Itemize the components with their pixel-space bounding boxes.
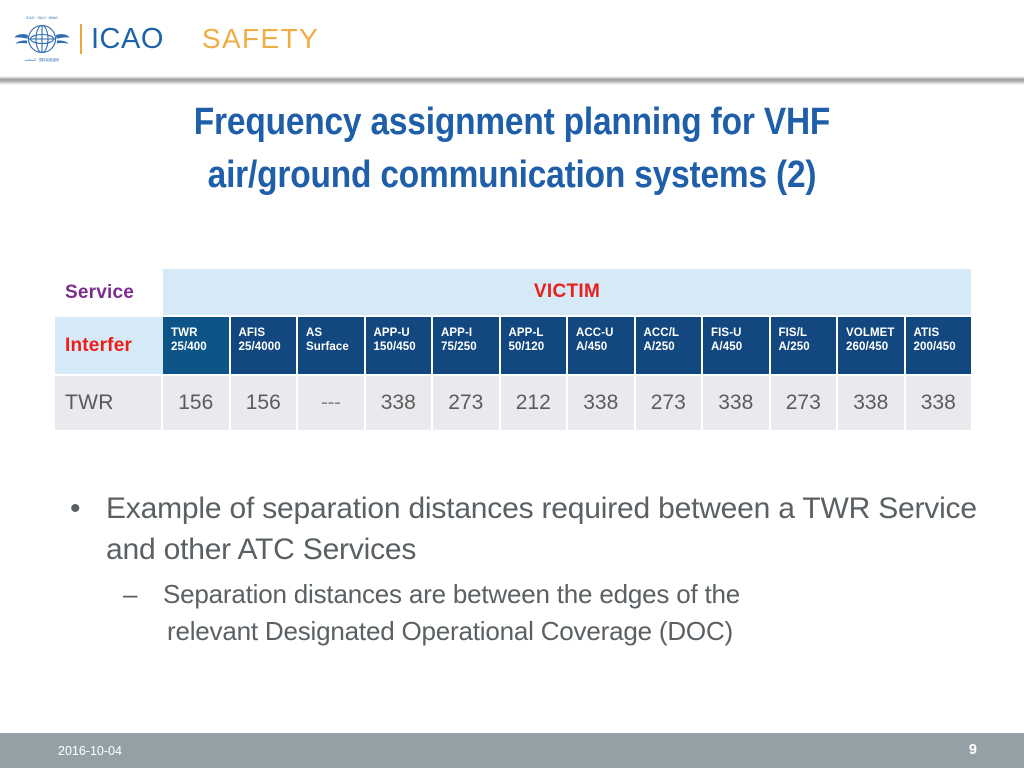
footer-date: 2016-10-04 <box>58 744 122 758</box>
interferer-axis-label: Interfer <box>55 317 163 374</box>
column-header-range: 200/450 <box>913 341 956 353</box>
cell-twr-volmet: 338 <box>838 376 906 430</box>
table-row: TWR 156 156 --- 338 273 212 338 273 338 … <box>55 376 971 430</box>
brand-divider <box>80 24 82 54</box>
column-header-name: AS <box>306 327 323 339</box>
page-title: Frequency assignment planning for VHF ai… <box>116 96 908 202</box>
column-header-afis: AFIS 25/4000 <box>230 317 298 374</box>
cell-twr-acc-l: 273 <box>635 376 703 430</box>
column-header-volmet: VOLMET 260/450 <box>838 317 906 374</box>
column-header-name: ATIS <box>913 327 940 339</box>
bullet-level-2-text-line-1: Separation distances are between the edg… <box>163 579 741 609</box>
column-header-range: A/250 <box>643 341 675 353</box>
column-header-range: 260/450 <box>846 341 889 353</box>
column-header-fis-l: FIS/L A/250 <box>770 317 838 374</box>
column-header-atis: ATIS 200/450 <box>905 317 971 374</box>
bullet-level-1: • Example of separation distances requir… <box>60 488 1000 570</box>
cell-twr-atis: 338 <box>905 376 971 430</box>
matrix-header-row: Interfer TWR 25/400 AFIS 25/4000 AS Surf… <box>55 317 971 374</box>
brand-name: ICAO <box>91 22 164 55</box>
column-header-name: ACC-U <box>576 327 614 339</box>
body-content: • Example of separation distances requir… <box>60 488 1000 650</box>
brand-safety-wordmark: SAFETY <box>201 23 320 54</box>
row-header-twr: TWR <box>55 376 163 430</box>
column-header-range: A/450 <box>576 341 608 353</box>
column-header-name: FIS/L <box>778 327 808 339</box>
service-label-text: Service <box>65 282 135 303</box>
cell-twr-acc-u: 338 <box>568 376 636 430</box>
column-header-name: FIS-U <box>711 327 742 339</box>
column-header-fis-u: FIS-U A/450 <box>703 317 771 374</box>
victim-banner: VICTIM <box>163 269 971 317</box>
column-header-range: A/450 <box>711 341 743 353</box>
column-header-name: APP-U <box>373 327 410 339</box>
column-header-range: Surface <box>306 341 349 353</box>
footer-page-number: 9 <box>968 742 977 758</box>
row-header-text: TWR <box>65 391 114 414</box>
column-header-range: A/250 <box>778 341 810 353</box>
cell-twr-afis: 156 <box>230 376 298 430</box>
bullet-level-2-text-line-2: relevant Designated Operational Coverage… <box>167 616 733 646</box>
bullet-level-2: – Separation distances are between the e… <box>60 576 1000 650</box>
svg-text:ICAO · OACI · ИКАО: ICAO · OACI · ИКАО <box>26 16 58 20</box>
cell-twr-app-l: 212 <box>500 376 568 430</box>
column-header-name: APP-L <box>508 327 544 339</box>
interfer-label-text: Interfer <box>65 334 133 356</box>
cell-twr-fis-u: 338 <box>703 376 771 430</box>
bullet-dash-icon: – <box>123 579 138 609</box>
cell-twr-fis-l: 273 <box>770 376 838 430</box>
brand-lockup: ICAO · OACI · ИКАО المنظمة · 国际民航组织 ICAO… <box>14 13 319 65</box>
slide-header: ICAO · OACI · ИКАО المنظمة · 国际民航组织 ICAO… <box>0 0 1024 76</box>
column-header-acc-u: ACC-U A/450 <box>568 317 636 374</box>
victim-label-text: VICTIM <box>533 281 601 302</box>
column-header-range: 25/400 <box>171 341 207 353</box>
column-header-app-l: APP-L 50/120 <box>500 317 568 374</box>
cell-twr-app-u: 338 <box>365 376 433 430</box>
column-header-name: APP-I <box>441 327 473 339</box>
slide-footer: 2016-10-04 9 <box>0 733 1024 768</box>
bullet-level-1-text: Example of separation distances required… <box>106 492 977 566</box>
matrix-banner-row: Service VICTIM <box>55 269 971 317</box>
icao-globe-wings-logo: ICAO · OACI · ИКАО المنظمة · 国际民航组织 <box>14 16 70 62</box>
service-axis-label: Service <box>55 269 163 317</box>
column-header-range: 50/120 <box>508 341 545 353</box>
column-header-app-i: APP-I 75/250 <box>433 317 501 374</box>
column-header-app-u: APP-U 150/450 <box>365 317 433 374</box>
page-title-line-2: air/ground communication systems (2) <box>207 154 817 196</box>
column-header-twr: TWR 25/400 <box>163 317 231 374</box>
cell-twr-app-i: 273 <box>433 376 501 430</box>
separation-distance-matrix: Service VICTIM Interfer TWR 25/400 AFIS … <box>55 269 971 430</box>
cell-twr-twr: 156 <box>163 376 231 430</box>
column-header-as: AS Surface <box>298 317 366 374</box>
column-header-name: VOLMET <box>846 327 895 339</box>
page-title-line-1: Frequency assignment planning for VHF <box>193 101 831 143</box>
column-header-acc-l: ACC/L A/250 <box>635 317 703 374</box>
column-header-range: 25/4000 <box>238 341 281 353</box>
column-header-range: 75/250 <box>441 341 477 353</box>
cell-twr-as: --- <box>298 376 366 430</box>
column-header-name: ACC/L <box>643 327 680 339</box>
column-header-name: AFIS <box>238 327 266 339</box>
column-header-range: 150/450 <box>373 341 416 353</box>
header-divider <box>0 76 1024 85</box>
svg-text:المنظمة · 国际民航组织: المنظمة · 国际民航组织 <box>25 57 60 62</box>
column-header-name: TWR <box>171 327 198 339</box>
bullet-point-icon: • <box>70 492 81 525</box>
